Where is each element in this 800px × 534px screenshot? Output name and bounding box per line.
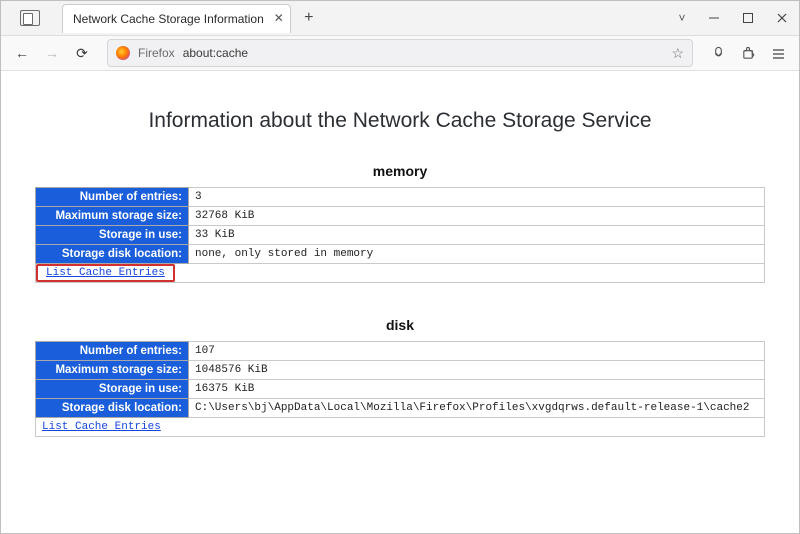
row-label: Maximum storage size:	[36, 361, 189, 380]
table-row: Number of entries:107	[36, 342, 765, 361]
row-value: 3	[189, 188, 765, 207]
row-label: Maximum storage size:	[36, 207, 189, 226]
table-row: List Cache Entries	[36, 264, 765, 283]
close-tab-icon[interactable]: ✕	[274, 11, 284, 25]
section-heading: memory	[35, 163, 765, 179]
row-label: Number of entries:	[36, 342, 189, 361]
back-button[interactable]: ←	[9, 40, 35, 66]
new-tab-button[interactable]: +	[297, 6, 321, 30]
navigation-toolbar: ← → ⟳ Firefox about:cache ☆	[1, 36, 799, 71]
browser-window: Network Cache Storage Information ✕ + ˅ …	[0, 0, 800, 534]
save-to-pocket-icon[interactable]	[705, 40, 731, 66]
table-row: Storage disk location:C:\Users\bj\AppDat…	[36, 399, 765, 418]
extensions-icon[interactable]	[735, 40, 761, 66]
row-label: Number of entries:	[36, 188, 189, 207]
app-icon-slot	[1, 10, 59, 26]
table-row: Storage in use:33 KiB	[36, 226, 765, 245]
page-title: Information about the Network Cache Stor…	[35, 109, 765, 133]
cache-table: Number of entries:3Maximum storage size:…	[35, 187, 765, 283]
browser-tab[interactable]: Network Cache Storage Information ✕	[62, 4, 291, 33]
section-heading: disk	[35, 317, 765, 333]
list-link-cell: List Cache Entries	[36, 264, 765, 283]
row-label: Storage in use:	[36, 380, 189, 399]
list-link-cell: List Cache Entries	[36, 418, 765, 437]
list-cache-entries-link[interactable]: List Cache Entries	[40, 264, 171, 282]
row-value: 1048576 KiB	[189, 361, 765, 380]
cache-table: Number of entries:107Maximum storage siz…	[35, 341, 765, 437]
url-identity-label: Firefox	[138, 46, 175, 60]
list-cache-entries-link[interactable]: List Cache Entries	[36, 418, 167, 436]
table-row: Storage in use:16375 KiB	[36, 380, 765, 399]
row-label: Storage in use:	[36, 226, 189, 245]
firefox-icon	[116, 46, 130, 60]
row-label: Storage disk location:	[36, 399, 189, 418]
bookmark-star-icon[interactable]: ☆	[671, 45, 684, 62]
row-value: 32768 KiB	[189, 207, 765, 226]
row-value: 33 KiB	[189, 226, 765, 245]
table-row: Maximum storage size:32768 KiB	[36, 207, 765, 226]
row-value: none, only stored in memory	[189, 245, 765, 264]
table-row: List Cache Entries	[36, 418, 765, 437]
table-row: Number of entries:3	[36, 188, 765, 207]
recent-window-icon[interactable]	[20, 10, 40, 26]
highlight-box: List Cache Entries	[36, 264, 175, 282]
row-value: 16375 KiB	[189, 380, 765, 399]
window-controls	[697, 2, 799, 34]
row-value: C:\Users\bj\AppData\Local\Mozilla\Firefo…	[189, 399, 765, 418]
forward-button[interactable]: →	[39, 40, 65, 66]
table-row: Maximum storage size:1048576 KiB	[36, 361, 765, 380]
table-row: Storage disk location:none, only stored …	[36, 245, 765, 264]
title-bar: Network Cache Storage Information ✕ + ˅	[1, 1, 799, 36]
app-menu-icon[interactable]	[765, 40, 791, 66]
page-content: Information about the Network Cache Stor…	[1, 71, 799, 533]
row-value: 107	[189, 342, 765, 361]
tabs-dropdown-icon[interactable]: ˅	[667, 11, 697, 25]
minimize-button[interactable]	[697, 2, 731, 34]
reload-button[interactable]: ⟳	[69, 40, 95, 66]
address-bar[interactable]: Firefox about:cache ☆	[107, 39, 693, 67]
maximize-button[interactable]	[731, 2, 765, 34]
tab-title: Network Cache Storage Information	[73, 12, 264, 26]
close-window-button[interactable]	[765, 2, 799, 34]
row-label: Storage disk location:	[36, 245, 189, 264]
url-text: about:cache	[183, 46, 248, 60]
